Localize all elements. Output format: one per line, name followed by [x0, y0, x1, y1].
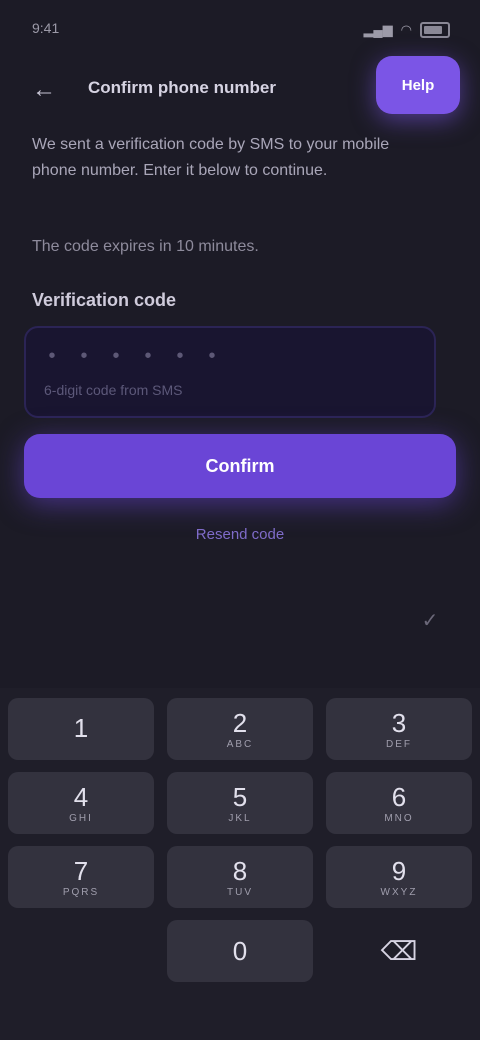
wifi-icon: ◠: [400, 22, 412, 37]
status-left: 9:41: [32, 16, 59, 40]
key-letters: TUV: [227, 886, 253, 898]
key-number: 0: [232, 936, 248, 966]
status-time: 9:41: [32, 20, 60, 36]
key-1[interactable]: 1: [8, 698, 154, 760]
code-hint: 6-digit code from SMS: [44, 382, 183, 398]
code-field[interactable]: 6-digit code from SMS: [24, 326, 436, 418]
keyboard-done-button[interactable]: ✓: [412, 602, 448, 638]
code-input[interactable]: [44, 342, 418, 372]
key-9[interactable]: 9 WXYZ: [326, 846, 472, 908]
numeric-keypad: 1 2 ABC 3 DEF 4 GHI 5 JKL 6 MNO 7 PQRS 8 TUV 9 WXYZ 0 ⌫: [0, 688, 480, 1040]
code-field-label: Verification code: [32, 290, 177, 310]
key-3[interactable]: 3 DEF: [326, 698, 472, 760]
status-bar: 9:41 ▂▄▆ ◠: [0, 0, 480, 60]
expiry-text: The code expires in 10 minutes.: [32, 238, 259, 255]
key-letters: WXYZ: [380, 886, 418, 898]
key-letters: PQRS: [62, 886, 100, 898]
resend-code-link[interactable]: Resend code: [0, 526, 480, 543]
key-2[interactable]: 2 ABC: [167, 698, 313, 760]
key-number: 3: [391, 707, 407, 738]
key-letters: JKL: [228, 812, 252, 824]
key-number: 6: [391, 781, 407, 812]
help-button[interactable]: Help: [376, 56, 460, 114]
battery-icon: [420, 22, 450, 38]
key-letters: GHI: [69, 812, 93, 824]
key-number: 4: [73, 781, 89, 812]
description-text: We sent a verification code by SMS to yo…: [32, 136, 390, 179]
key-letters: DEF: [386, 738, 412, 750]
key-number: 1: [73, 713, 89, 743]
key-number: 7: [73, 855, 89, 886]
signal-icon: ▂▄▆: [363, 22, 393, 37]
key-5[interactable]: 5 JKL: [167, 772, 313, 834]
key-blank: [8, 920, 154, 982]
arrow-left-icon: ←: [32, 76, 56, 103]
key-letters: MNO: [384, 812, 414, 824]
page-title: Confirm phone number: [88, 78, 276, 97]
key-letters: ABC: [226, 738, 254, 750]
backspace-icon: ⌫: [380, 935, 418, 966]
key-4[interactable]: 4 GHI: [8, 772, 154, 834]
key-0[interactable]: 0: [167, 920, 313, 982]
key-7[interactable]: 7 PQRS: [8, 846, 154, 908]
back-button[interactable]: ←: [24, 70, 64, 110]
key-number: 8: [232, 855, 248, 886]
key-number: 5: [232, 781, 248, 812]
delete-key[interactable]: ⌫: [326, 920, 472, 982]
key-number: 9: [391, 855, 407, 886]
key-6[interactable]: 6 MNO: [326, 772, 472, 834]
check-icon: ✓: [421, 609, 439, 632]
confirm-button[interactable]: Confirm: [24, 434, 456, 498]
key-8[interactable]: 8 TUV: [167, 846, 313, 908]
keyboard-toolbar: [0, 588, 480, 652]
key-number: 2: [232, 707, 248, 738]
status-right: ▂▄▆ ◠: [363, 18, 450, 42]
